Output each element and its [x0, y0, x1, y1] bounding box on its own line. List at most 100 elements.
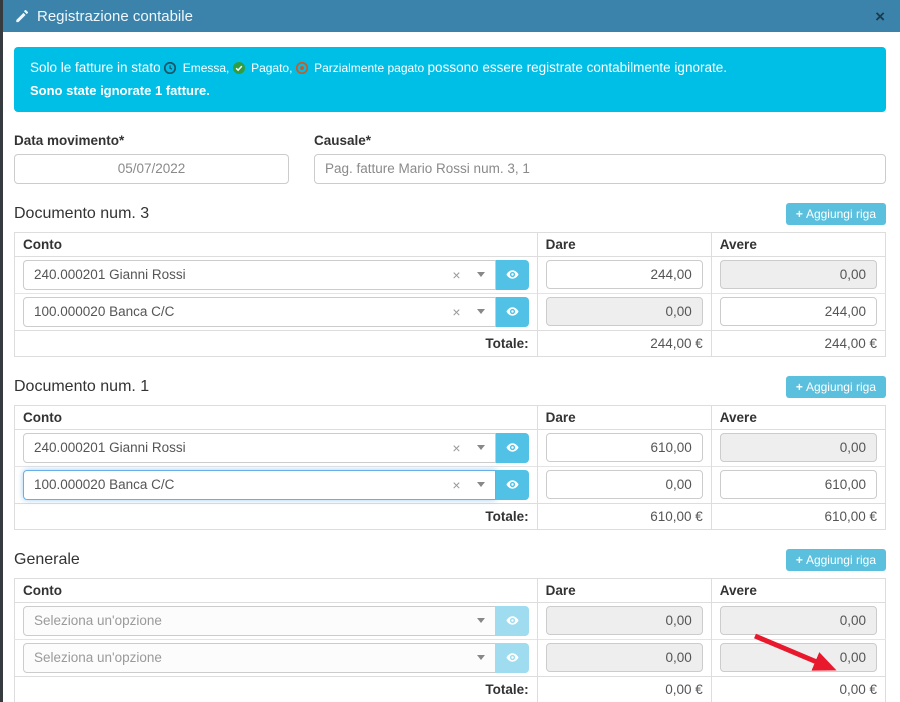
dare-input[interactable]: [546, 433, 703, 462]
check-status-icon: [233, 62, 245, 74]
section-head: Documento num. 1 +Aggiungi riga: [14, 376, 886, 398]
add-row-label: Aggiungi riga: [806, 380, 876, 394]
column-header-conto: Conto: [15, 578, 538, 602]
chevron-down-icon: [477, 618, 485, 623]
dare-cell: [537, 639, 711, 676]
avere-input[interactable]: [720, 470, 877, 499]
eye-icon: [505, 613, 520, 628]
account-select[interactable]: Seleziona un'opzione: [23, 606, 496, 636]
causale-label: Causale*: [314, 133, 886, 148]
eye-icon: [505, 650, 520, 665]
plus-icon: +: [796, 207, 803, 221]
date-label: Data movimento*: [14, 133, 289, 148]
chevron-down-icon: [477, 309, 485, 314]
conto-cell: 100.000020 Banca C/C ×: [15, 466, 538, 503]
chevron-down-icon: [477, 445, 485, 450]
select-value: 100.000020 Banca C/C: [34, 477, 452, 492]
avere-cell: [711, 639, 885, 676]
add-row-label: Aggiungi riga: [806, 207, 876, 221]
account-select[interactable]: 100.000020 Banca C/C ×: [23, 297, 496, 327]
causale-input[interactable]: [314, 154, 886, 184]
add-row-label: Aggiungi riga: [806, 553, 876, 567]
clear-icon[interactable]: ×: [452, 440, 460, 456]
add-row-button[interactable]: +Aggiungi riga: [786, 376, 886, 398]
avere-cell: [711, 602, 885, 639]
avere-cell: [711, 256, 885, 293]
avere-input[interactable]: [720, 643, 877, 672]
avere-input[interactable]: [720, 606, 877, 635]
total-row: Totale: 610,00 € 610,00 €: [15, 503, 886, 529]
status-pagato-label: Pagato,: [251, 61, 292, 75]
total-label: Totale:: [15, 330, 538, 356]
plus-icon: +: [796, 380, 803, 394]
eye-button[interactable]: [496, 606, 529, 636]
account-select[interactable]: 240.000201 Gianni Rossi ×: [23, 260, 496, 290]
status-parzialmente-label: Parzialmente pagato: [314, 61, 424, 75]
select-value: 240.000201 Gianni Rossi: [34, 440, 452, 455]
dare-input[interactable]: [546, 297, 703, 326]
accounts-table: Conto Dare Avere Seleziona un'opzione: [14, 578, 886, 702]
eye-button[interactable]: [496, 297, 529, 327]
account-select[interactable]: 240.000201 Gianni Rossi ×: [23, 433, 496, 463]
chevron-down-icon: [477, 482, 485, 487]
close-button[interactable]: ×: [875, 8, 885, 25]
alert-line1: Solo le fatture in stato Emessa, Pagato,…: [30, 58, 870, 78]
eye-button[interactable]: [496, 433, 529, 463]
select-group: 240.000201 Gianni Rossi ×: [23, 260, 529, 290]
select-value: 240.000201 Gianni Rossi: [34, 267, 452, 282]
select-group: Seleziona un'opzione: [23, 643, 529, 673]
avere-input[interactable]: [720, 297, 877, 326]
column-header-avere: Avere: [711, 405, 885, 429]
sections: Documento num. 3 +Aggiungi riga Conto Da…: [14, 203, 886, 702]
account-select[interactable]: 100.000020 Banca C/C ×: [23, 470, 496, 500]
alert-prefix: Solo le fatture in stato: [30, 60, 161, 75]
dare-cell: [537, 256, 711, 293]
eye-icon: [505, 267, 520, 282]
section: Generale +Aggiungi riga Conto Dare Avere…: [14, 549, 886, 702]
dare-input[interactable]: [546, 606, 703, 635]
status-emessa: Emessa,: [164, 61, 232, 75]
total-label: Totale:: [15, 503, 538, 529]
account-row: 100.000020 Banca C/C ×: [15, 293, 886, 330]
conto-cell: 100.000020 Banca C/C ×: [15, 293, 538, 330]
chevron-down-icon: [477, 655, 485, 660]
date-input[interactable]: [14, 154, 289, 184]
eye-button[interactable]: [496, 470, 529, 500]
account-select[interactable]: Seleziona un'opzione: [23, 643, 496, 673]
dare-input[interactable]: [546, 643, 703, 672]
column-header-dare: Dare: [537, 232, 711, 256]
account-row: 240.000201 Gianni Rossi ×: [15, 429, 886, 466]
eye-button[interactable]: [496, 643, 529, 673]
dare-cell: [537, 602, 711, 639]
column-header-conto: Conto: [15, 232, 538, 256]
chevron-down-icon: [477, 272, 485, 277]
select-group: 100.000020 Banca C/C ×: [23, 470, 529, 500]
date-field-group: Data movimento*: [14, 133, 289, 184]
alert-line2: Sono state ignorate 1 fatture.: [30, 81, 870, 101]
add-row-button[interactable]: +Aggiungi riga: [786, 549, 886, 571]
clear-icon[interactable]: ×: [452, 267, 460, 283]
dare-input[interactable]: [546, 260, 703, 289]
clear-icon[interactable]: ×: [452, 477, 460, 493]
select-value: Seleziona un'opzione: [34, 650, 477, 665]
column-header-avere: Avere: [711, 578, 885, 602]
eye-button[interactable]: [496, 260, 529, 290]
section-title: Generale: [14, 551, 80, 569]
clock-status-icon: [164, 62, 176, 74]
section-title: Documento num. 3: [14, 205, 149, 223]
select-group: 240.000201 Gianni Rossi ×: [23, 433, 529, 463]
section: Documento num. 3 +Aggiungi riga Conto Da…: [14, 203, 886, 357]
column-header-conto: Conto: [15, 405, 538, 429]
conto-cell: Seleziona un'opzione: [15, 639, 538, 676]
avere-input[interactable]: [720, 260, 877, 289]
total-avere: 0,00 €: [711, 676, 885, 702]
add-row-button[interactable]: +Aggiungi riga: [786, 203, 886, 225]
select-value: Seleziona un'opzione: [34, 613, 477, 628]
total-label: Totale:: [15, 676, 538, 702]
avere-input[interactable]: [720, 433, 877, 462]
clear-icon[interactable]: ×: [452, 304, 460, 320]
dare-cell: [537, 293, 711, 330]
dare-input[interactable]: [546, 470, 703, 499]
accounts-table: Conto Dare Avere 240.000201 Gianni Rossi…: [14, 232, 886, 357]
column-header-avere: Avere: [711, 232, 885, 256]
